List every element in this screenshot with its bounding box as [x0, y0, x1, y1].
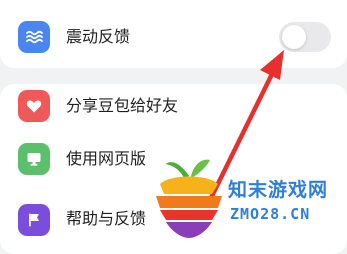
vibration-feedback-label: 震动反馈 [66, 27, 131, 46]
wave-icon [18, 21, 50, 53]
toggle-knob [282, 25, 306, 49]
monitor-icon [18, 143, 50, 175]
help-and-feedback-label: 帮助与反馈 [66, 209, 147, 228]
use-web-version-label: 使用网页版 [66, 149, 147, 168]
watermark-name: 知末游戏网 [228, 179, 329, 201]
heart-icon [18, 90, 50, 122]
settings-card-top: 震动反馈 [0, 0, 347, 68]
watermark-logo [156, 159, 222, 238]
share-with-friends-label: 分享豆包给好友 [66, 96, 179, 115]
vibration-feedback-toggle[interactable] [279, 22, 331, 52]
flag-icon [18, 204, 50, 236]
watermark-url: ZMO28.CN [230, 205, 311, 223]
share-with-friends-row[interactable]: 分享豆包给好友 [0, 84, 347, 134]
